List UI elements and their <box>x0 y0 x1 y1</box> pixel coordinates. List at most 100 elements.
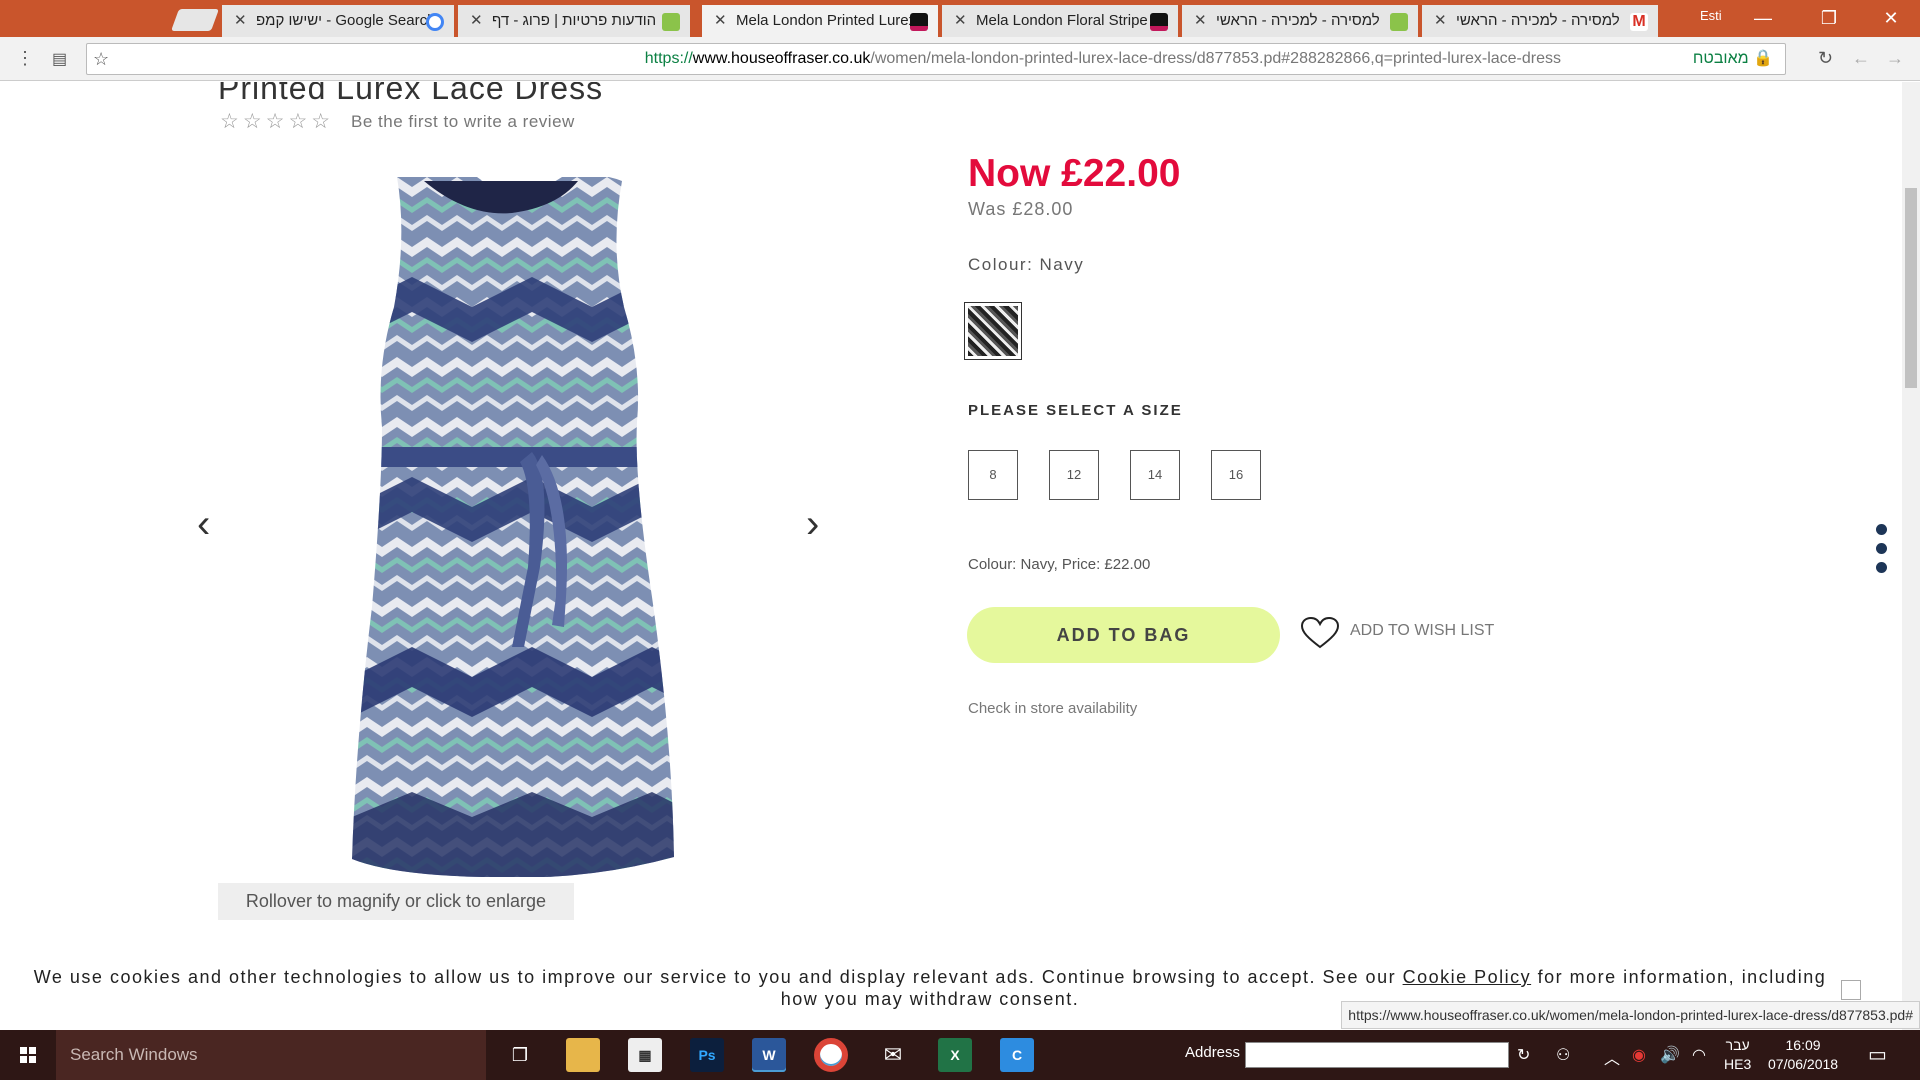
wifi-icon[interactable]: ◠ <box>1692 1045 1706 1065</box>
forum-icon <box>1390 13 1408 31</box>
language-indicator[interactable]: עבר HE3 <box>1724 1036 1751 1074</box>
scrollbar[interactable] <box>1902 82 1920 1030</box>
close-icon[interactable]: ✕ <box>714 5 727 37</box>
rating-stars[interactable]: ☆☆☆☆☆ <box>220 109 334 134</box>
windows-taskbar: Search Windows ❐ ▦ Ps W ✉ X C Address ↻ … <box>0 1030 1920 1080</box>
address-toolbar-input[interactable] <box>1245 1042 1509 1068</box>
tab-mela-london-floral[interactable]: ✕ Mela London Floral Stripe <box>942 5 1178 37</box>
clock-time: 16:09 <box>1785 1037 1821 1053</box>
check-store-availability-link[interactable]: Check in store availability <box>968 700 1137 717</box>
status-bar-url: https://www.houseoffraser.co.uk/women/me… <box>1341 1001 1920 1029</box>
url-path: /women/mela-london-printed-lurex-lace-dr… <box>870 50 1561 67</box>
new-tab-button[interactable] <box>170 9 220 31</box>
magnify-hint: Rollover to magnify or click to enlarge <box>218 883 574 920</box>
close-icon[interactable]: ✕ <box>1434 5 1447 37</box>
task-view-icon[interactable]: ❐ <box>503 1038 537 1072</box>
close-icon[interactable]: ✕ <box>470 5 483 37</box>
close-icon[interactable]: ✕ <box>234 5 247 37</box>
tab-google-search[interactable]: ✕ ישישו קמפ - Google Search <box>222 5 454 37</box>
windows-start-icon[interactable] <box>0 1030 56 1080</box>
chevron-left-icon[interactable]: ‹ <box>197 502 210 547</box>
back-icon[interactable]: ← <box>1852 48 1870 69</box>
taskbar-search[interactable]: Search Windows <box>56 1030 486 1080</box>
close-icon[interactable]: ✕ <box>1194 5 1207 37</box>
lock-icon: 🔒 <box>1753 50 1773 67</box>
profile-name[interactable]: Esti <box>1700 8 1722 23</box>
cookie-text-before: We use cookies and other technologies to… <box>33 967 1403 987</box>
wish-list-label: ADD TO WISH LIST <box>1350 622 1495 639</box>
tab-private-messages[interactable]: ✕ הודעות פרטיות | פרוג - דף <box>458 5 690 37</box>
variant-summary: Colour: Navy, Price: £22.00 <box>968 556 1151 573</box>
forward-icon[interactable]: → <box>1886 48 1904 69</box>
size-option[interactable]: 12 <box>1049 450 1099 500</box>
tab-for-delivery-2[interactable]: ✕ למסירה - למכירה - הראשי M <box>1422 5 1658 37</box>
heart-icon <box>1300 616 1340 649</box>
page-nav-dots[interactable] <box>1876 524 1890 581</box>
price-was: Was £28.00 <box>968 199 1074 219</box>
maximize-icon[interactable]: ❐ <box>1806 4 1852 32</box>
clock-date: 07/06/2018 <box>1768 1056 1839 1072</box>
close-window-icon[interactable]: ✕ <box>1868 4 1914 32</box>
antivirus-icon[interactable]: ◉ <box>1632 1045 1646 1065</box>
system-clock[interactable]: 16:09 07/06/2018 <box>1768 1036 1838 1074</box>
colour-label: Colour: Navy <box>968 255 1085 274</box>
file-explorer-icon[interactable] <box>566 1038 600 1072</box>
tab-label: Mela London Floral Stripe <box>976 12 1148 29</box>
tab-for-delivery-1[interactable]: ✕ למסירה - למכירה - הראשי <box>1182 5 1418 37</box>
size-option[interactable]: 16 <box>1211 450 1261 500</box>
product-page: Printed Lurex Lace Dress ☆☆☆☆☆ Be the fi… <box>0 82 1920 1030</box>
product-title: Printed Lurex Lace Dress <box>218 82 604 106</box>
calculator-icon[interactable]: ▦ <box>628 1038 662 1072</box>
tab-label: למסירה - למכירה - הראשי <box>1216 12 1380 29</box>
chevron-right-icon[interactable]: › <box>806 502 819 547</box>
menu-dots-icon[interactable]: ⋮ <box>16 48 34 69</box>
pdf-icon[interactable]: ▤ <box>52 49 67 69</box>
tab-label: למסירה - למכירה - הראשי <box>1456 12 1620 29</box>
language-bottom: HE3 <box>1724 1056 1752 1072</box>
tab-mela-london-printed[interactable]: ✕ Mela London Printed Lurex <box>702 5 938 37</box>
chevron-up-icon[interactable]: ︿ <box>1604 1045 1620 1069</box>
colour-swatch-navy[interactable] <box>964 302 1022 360</box>
house-of-fraser-icon <box>1150 13 1168 31</box>
cookie-policy-link[interactable]: Cookie Policy <box>1403 967 1532 987</box>
excel-icon[interactable]: X <box>938 1038 972 1072</box>
write-review-link[interactable]: Be the first to write a review <box>351 112 575 132</box>
url-scheme: https:// <box>644 50 693 67</box>
volume-icon[interactable]: 🔊 <box>1660 1045 1680 1065</box>
price-now: Now £22.00 <box>968 152 1181 195</box>
swatch-image <box>968 306 1018 356</box>
google-icon <box>426 13 444 31</box>
url-host: www.houseoffraser.co.uk <box>692 50 871 67</box>
secure-label: מאובטח <box>1692 50 1749 67</box>
size-option[interactable]: 8 <box>968 450 1018 500</box>
remote-app-icon[interactable]: C <box>1000 1038 1034 1072</box>
notifications-icon[interactable]: ▭ <box>1868 1042 1887 1067</box>
size-option[interactable]: 14 <box>1130 450 1180 500</box>
bookmark-star-icon[interactable]: ☆ <box>93 49 109 70</box>
reload-icon[interactable]: ↻ <box>1818 48 1833 69</box>
size-heading: PLEASE SELECT A SIZE <box>968 402 1183 419</box>
tab-label: הודעות פרטיות | פרוג - דף <box>492 12 657 29</box>
minimize-icon[interactable]: — <box>1740 4 1786 32</box>
chrome-icon[interactable] <box>814 1038 848 1072</box>
secure-indicator[interactable]: מאובטח 🔒 <box>1693 44 1773 74</box>
scroll-thumb[interactable] <box>1905 188 1917 388</box>
url-text[interactable]: https://www.houseoffraser.co.uk/women/me… <box>645 44 1561 74</box>
close-icon[interactable]: ✕ <box>954 5 967 37</box>
photoshop-icon[interactable]: Ps <box>690 1038 724 1072</box>
browser-toolbar: ⋮ ▤ ☆ https://www.houseoffraser.co.uk/wo… <box>0 37 1920 81</box>
cookie-close-icon[interactable] <box>1841 980 1861 1000</box>
tab-label: Mela London Printed Lurex <box>736 12 917 29</box>
word-icon[interactable]: W <box>752 1038 786 1072</box>
house-of-fraser-icon <box>910 13 928 31</box>
forum-icon <box>662 13 680 31</box>
address-bar[interactable]: ☆ https://www.houseoffraser.co.uk/women/… <box>86 43 1786 75</box>
address-toolbar-label: Address <box>1185 1044 1241 1061</box>
people-icon[interactable]: ⚇ <box>1556 1045 1570 1065</box>
dress-image[interactable] <box>352 177 682 877</box>
refresh-icon[interactable]: ↻ <box>1517 1045 1530 1065</box>
gmail-icon: M <box>1630 13 1648 31</box>
browser-tab-strip: ✕ ישישו קמפ - Google Search ✕ הודעות פרט… <box>0 0 1920 37</box>
add-to-bag-button[interactable]: ADD TO BAG <box>967 607 1280 663</box>
mail-icon[interactable]: ✉ <box>876 1038 910 1072</box>
